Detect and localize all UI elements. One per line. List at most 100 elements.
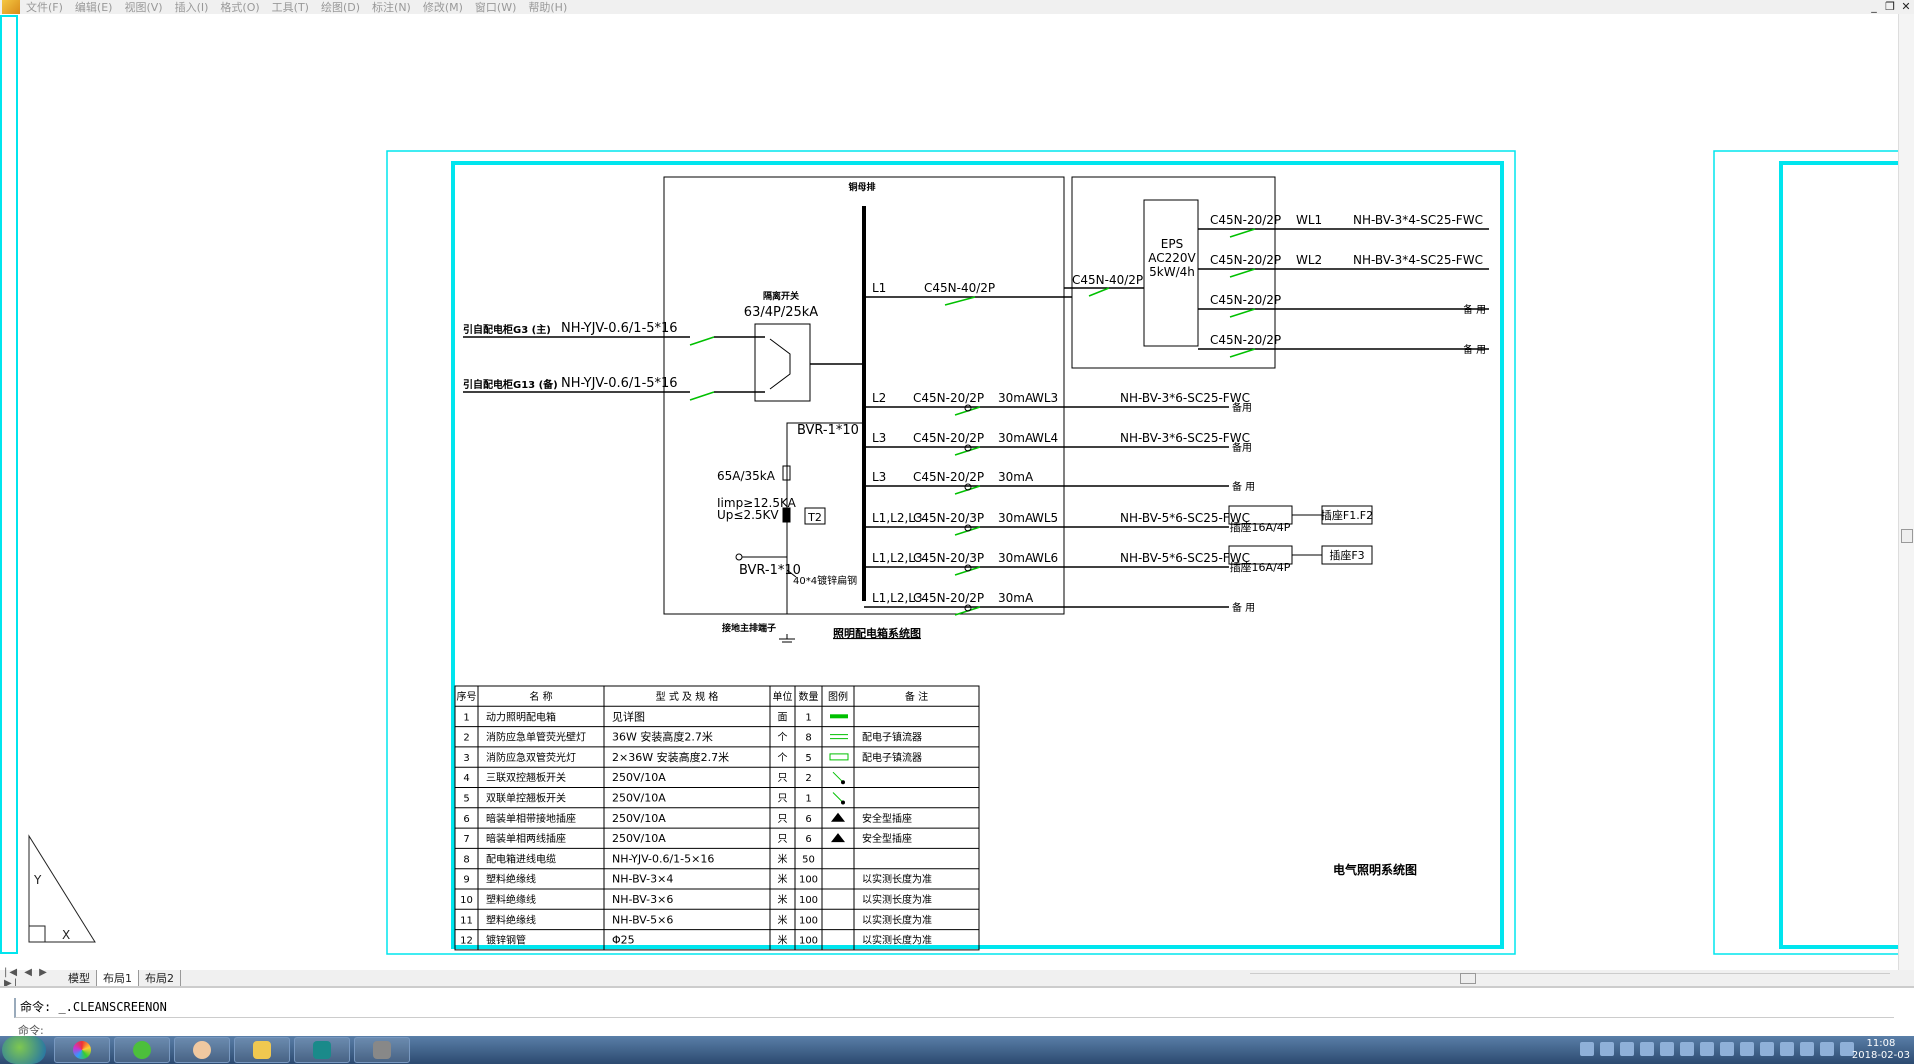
svg-text:X: X <box>62 928 70 942</box>
table-cell: 50 <box>802 854 815 865</box>
menu-view[interactable]: 视图(V) <box>124 0 162 15</box>
taskbar-app-wechat[interactable] <box>114 1037 170 1063</box>
menu-modify[interactable]: 修改(M) <box>423 0 463 15</box>
taskbar-app-printer[interactable] <box>354 1037 410 1063</box>
eps-output-dest: 备 用 <box>1463 303 1486 316</box>
minimize-icon[interactable]: _ <box>1866 0 1882 14</box>
table-cell: 8 <box>805 733 811 744</box>
table-cell: Φ25 <box>612 934 635 947</box>
table-cell: 动力照明配电箱 <box>486 710 556 723</box>
tray-icon[interactable] <box>1680 1042 1694 1056</box>
vertical-scroll-thumb[interactable] <box>1901 529 1913 543</box>
menu-file[interactable]: 文件(F) <box>26 0 63 15</box>
clock-date: 2018-02-03 <box>1851 1050 1910 1061</box>
tray-icon[interactable] <box>1760 1042 1774 1056</box>
table-cell: 36W 安装高度2.7米 <box>612 730 713 744</box>
circuit-dest: 插座16A/4P <box>1230 520 1291 534</box>
table-cell: 100 <box>799 875 818 886</box>
taskbar-app-folder[interactable] <box>234 1037 290 1063</box>
menu-tools[interactable]: 工具(T) <box>272 0 309 15</box>
table-cell: NH-BV-3×6 <box>612 893 673 906</box>
table-cell: 消防应急双管荧光灯 <box>486 751 576 764</box>
table-cell: 2×36W 安装高度2.7米 <box>612 750 729 764</box>
table-cell: 10 <box>460 895 473 906</box>
eps-label-1: EPS <box>1161 237 1183 251</box>
table-cell: 暗装单相两线插座 <box>486 832 566 845</box>
clock[interactable]: 11:08 2018-02-03 <box>1852 1038 1910 1062</box>
table-header: 名 称 <box>529 690 552 703</box>
table-header: 图例 <box>828 690 848 703</box>
tray-icon[interactable] <box>1600 1042 1614 1056</box>
tray-icon[interactable] <box>1740 1042 1754 1056</box>
app-icon[interactable] <box>2 0 20 14</box>
tray-icon[interactable] <box>1720 1042 1734 1056</box>
horizontal-scrollbar[interactable] <box>1250 973 1890 984</box>
color-wheel-icon <box>73 1041 91 1059</box>
tray-icon[interactable] <box>1580 1042 1594 1056</box>
autocad-icon <box>313 1041 331 1059</box>
table-cell: 100 <box>799 936 818 947</box>
menu-help[interactable]: 帮助(H) <box>528 0 567 15</box>
table-cell: 见详图 <box>612 709 645 723</box>
legend-symbol <box>830 714 848 719</box>
tray-icon[interactable] <box>1660 1042 1674 1056</box>
circuit-dest: 备用 <box>1232 401 1252 414</box>
next-drawing-frame <box>1779 161 1903 949</box>
table-cell: 米 <box>778 893 788 906</box>
table-cell: 8 <box>463 854 469 865</box>
next-paper-border <box>1713 150 1914 955</box>
spd-wire-1: BVR-1*10 <box>797 423 859 438</box>
menu-edit[interactable]: 编辑(E) <box>75 0 113 15</box>
table-header: 数量 <box>799 690 819 703</box>
incoming-source-2: 引自配电柜G13 (备) <box>463 378 558 391</box>
table-cell: 250V/10A <box>612 832 666 845</box>
circuit-cable: NH-BV-3*6-SC25-FWC <box>1120 391 1250 405</box>
table-cell: 米 <box>778 852 788 865</box>
table-cell: 6 <box>463 814 469 825</box>
table-cell: 塑料绝缘线 <box>486 913 536 926</box>
tray-icon[interactable] <box>1640 1042 1654 1056</box>
table-cell: 暗装单相带接地插座 <box>486 812 576 825</box>
tab-layout1[interactable]: 布局1 <box>97 970 139 986</box>
tray-icon[interactable] <box>1800 1042 1814 1056</box>
drawing-svg: Y X 铜母排 引自配电柜G3 (主) NH-YJV-0.6/1-5*16 引自… <box>0 15 1914 955</box>
drawing-canvas[interactable]: Y X 铜母排 引自配电柜G3 (主) NH-YJV-0.6/1-5*16 引自… <box>0 14 1914 970</box>
tray-icon[interactable] <box>1780 1042 1794 1056</box>
tray-icon[interactable] <box>1700 1042 1714 1056</box>
sheet-title: 电气照明系统图 <box>1333 862 1417 877</box>
circuit-breaker: C45N-20/3P <box>913 551 984 565</box>
tab-layout2[interactable]: 布局2 <box>139 970 181 986</box>
menu-draw[interactable]: 绘图(D) <box>321 0 360 15</box>
close-icon[interactable]: ✕ <box>1898 0 1914 14</box>
clock-time: 11:08 <box>1866 1038 1896 1049</box>
menu-window[interactable]: 窗口(W) <box>475 0 516 15</box>
taskbar-app-autocad[interactable] <box>294 1037 350 1063</box>
taskbar-app-chrome[interactable] <box>54 1037 110 1063</box>
horizontal-scroll-thumb[interactable] <box>1460 973 1476 984</box>
taskbar-app-avatar[interactable] <box>174 1037 230 1063</box>
tray-icon[interactable] <box>1620 1042 1634 1056</box>
restore-icon[interactable]: ❐ <box>1882 0 1898 14</box>
table-cell: 2 <box>805 773 811 784</box>
tray-icon[interactable] <box>1820 1042 1834 1056</box>
table-cell: 2 <box>463 733 469 744</box>
start-button[interactable] <box>2 1036 46 1064</box>
menu-format[interactable]: 格式(O) <box>220 0 259 15</box>
tab-model[interactable]: 模型 <box>62 970 97 986</box>
circuit-dest: 备 用 <box>1232 480 1255 493</box>
spd-up: Up≤2.5KV <box>717 508 779 522</box>
circuit-breaker: C45N-20/2P <box>913 591 984 605</box>
table-cell: 个 <box>778 752 788 764</box>
command-line[interactable]: 命令: _.CLEANSCREENON <box>14 998 1894 1018</box>
eps-input-breaker: C45N-40/2P <box>1072 273 1143 287</box>
table-header: 序号 <box>457 690 477 703</box>
table-cell: 米 <box>778 873 788 886</box>
menu-dimension[interactable]: 标注(N) <box>372 0 411 15</box>
vertical-scrollbar[interactable] <box>1898 14 1914 970</box>
table-cell: 配电子镇流器 <box>862 731 922 744</box>
incoming-cable-1: NH-YJV-0.6/1-5*16 <box>561 321 678 336</box>
menu-insert[interactable]: 插入(I) <box>175 0 209 15</box>
circuit-phase: L3 <box>872 470 886 484</box>
folder-icon <box>253 1041 271 1059</box>
layout-tabs: |◀ ◀ ▶ ▶| 模型 布局1 布局2 <box>0 967 1914 989</box>
